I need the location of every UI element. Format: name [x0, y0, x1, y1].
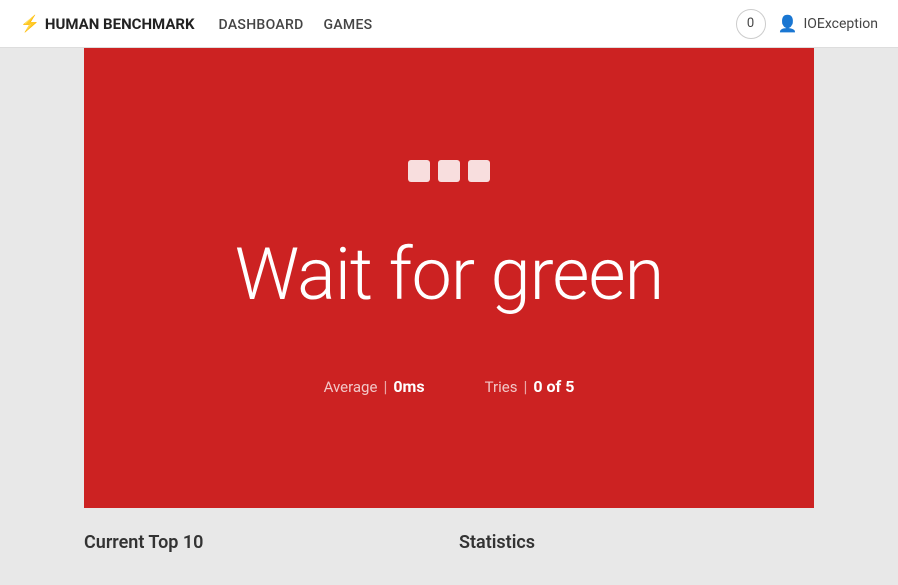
page-wrapper: Wait for green Average | 0ms Tries | 0 o… — [0, 48, 898, 585]
dot-1 — [408, 160, 430, 182]
game-title: Wait for green — [235, 232, 664, 317]
user-icon: 👤 — [778, 14, 798, 33]
tries-separator: | — [523, 377, 527, 396]
nav-right: 0 👤 IOException — [736, 9, 878, 39]
top10-heading: Current Top 10 — [84, 532, 439, 553]
game-stats: Average | 0ms Tries | 0 of 5 — [324, 377, 575, 396]
tries-value: 0 of 5 — [533, 377, 574, 396]
statistics-card: Statistics — [459, 532, 814, 561]
dot-2 — [438, 160, 460, 182]
navbar: ⚡ HUMAN BENCHMARK DASHBOARD GAMES 0 👤 IO… — [0, 0, 898, 48]
nav-links: DASHBOARD GAMES — [219, 14, 373, 33]
brand-name: HUMAN BENCHMARK — [45, 15, 195, 33]
average-separator: | — [383, 377, 387, 396]
average-stat: Average | 0ms — [324, 377, 425, 396]
nav-games[interactable]: GAMES — [324, 17, 373, 33]
average-value: 0ms — [393, 377, 424, 396]
average-label: Average — [324, 378, 378, 396]
content-column: Wait for green Average | 0ms Tries | 0 o… — [84, 48, 814, 585]
tries-stat: Tries | 0 of 5 — [485, 377, 575, 396]
user-button[interactable]: 👤 IOException — [778, 14, 878, 33]
top10-card: Current Top 10 — [84, 532, 439, 561]
dot-3 — [468, 160, 490, 182]
nav-dashboard[interactable]: DASHBOARD — [219, 17, 304, 33]
dots-row — [408, 160, 490, 182]
brand-link[interactable]: ⚡ HUMAN BENCHMARK — [20, 14, 195, 33]
score-badge: 0 — [736, 9, 766, 39]
tries-label: Tries — [485, 378, 518, 396]
statistics-heading: Statistics — [459, 532, 814, 553]
username: IOException — [803, 16, 878, 32]
game-area[interactable]: Wait for green Average | 0ms Tries | 0 o… — [84, 48, 814, 508]
bottom-section: Current Top 10 Statistics — [84, 508, 814, 585]
bolt-icon: ⚡ — [20, 14, 40, 33]
